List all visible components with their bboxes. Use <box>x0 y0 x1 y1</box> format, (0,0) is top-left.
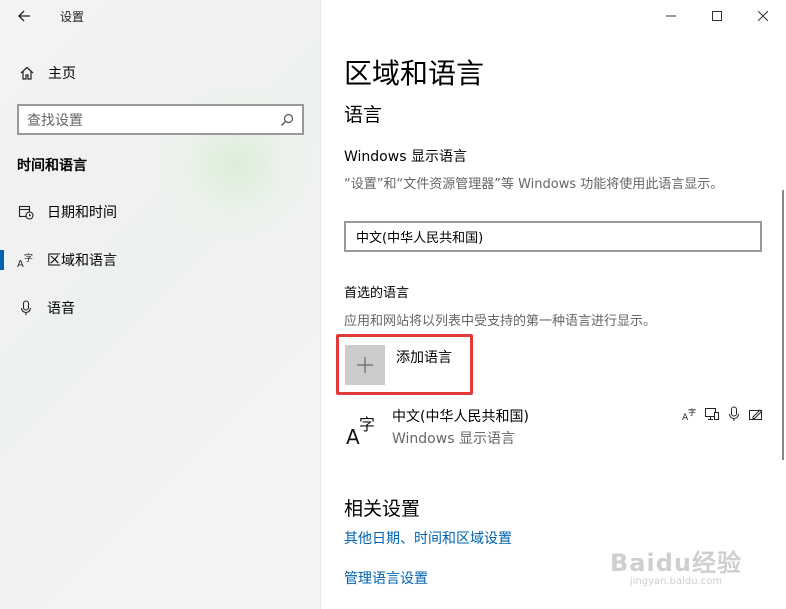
language-heading: 语言 <box>344 104 383 126</box>
sidebar-item-speech[interactable]: 语音 <box>0 288 321 328</box>
language-name: 中文(中华人民共和国) <box>392 409 529 425</box>
minimize-icon <box>666 15 676 17</box>
display-language-value: 中文(中华人民共和国) <box>356 231 484 246</box>
title-bar: 设置 <box>0 0 321 32</box>
display-language-description: “设置”和“文件资源管理器”等 Windows 功能将使用此语言显示。 <box>344 177 724 192</box>
svg-text:字: 字 <box>688 407 696 417</box>
display-language-select[interactable]: 中文(中华人民共和国) <box>344 221 762 252</box>
language-pack-icon: A 字 <box>682 406 698 422</box>
sidebar-item-label: 日期和时间 <box>47 205 117 221</box>
plus-icon <box>345 345 385 385</box>
maximize-button[interactable] <box>694 0 740 32</box>
svg-text:字: 字 <box>359 415 375 434</box>
handwriting-icon <box>748 406 764 422</box>
back-arrow-icon <box>18 10 30 22</box>
sidebar-item-label: 语音 <box>47 301 75 317</box>
calendar-clock-icon <box>17 203 35 221</box>
home-icon <box>18 64 36 82</box>
sidebar-section-title: 时间和语言 <box>17 158 87 174</box>
speech-icon <box>726 406 742 422</box>
sidebar-item-home[interactable]: 主页 <box>0 56 321 90</box>
microphone-icon <box>17 299 35 317</box>
display-icon <box>704 406 720 422</box>
preferred-languages-description: 应用和网站将以列表中受支持的第一种语言进行显示。 <box>344 314 657 329</box>
sidebar-item-region-language[interactable]: A 字 区域和语言 <box>0 240 321 280</box>
page-title: 区域和语言 <box>344 57 485 90</box>
watermark-main: Baidu经验 <box>610 549 742 577</box>
sidebar-item-label: 区域和语言 <box>47 253 117 269</box>
maximize-icon <box>712 11 722 21</box>
svg-text:字: 字 <box>24 252 33 264</box>
related-settings-heading: 相关设置 <box>344 498 421 520</box>
svg-text:A: A <box>346 425 360 446</box>
scrollbar[interactable] <box>782 190 784 460</box>
display-language-label: Windows 显示语言 <box>344 149 467 165</box>
svg-text:A: A <box>17 259 24 269</box>
close-icon <box>758 11 768 21</box>
language-sub: Windows 显示语言 <box>392 431 515 447</box>
search-placeholder: 查找设置 <box>27 112 83 129</box>
watermark-sub: jingyan.baidu.com <box>629 576 723 587</box>
sidebar-item-label: 主页 <box>48 66 76 82</box>
back-button[interactable] <box>0 0 48 32</box>
add-language-button[interactable]: 添加语言 <box>345 344 463 388</box>
language-features: A 字 <box>682 406 764 422</box>
search-icon <box>281 113 294 126</box>
main-panel: 区域和语言 语言 Windows 显示语言 “设置”和“文件资源管理器”等 Wi… <box>321 0 786 609</box>
list-item[interactable]: A 字 中文(中华人民共和国) Windows 显示语言 A 字 <box>344 404 764 452</box>
app-title: 设置 <box>60 9 85 24</box>
link-manage-language[interactable]: 管理语言设置 <box>344 568 428 588</box>
minimize-button[interactable] <box>648 0 694 32</box>
search-input[interactable]: 查找设置 <box>17 104 304 135</box>
add-language-label: 添加语言 <box>396 350 452 366</box>
language-icon: A 字 <box>17 251 35 269</box>
watermark: Baidu经验 jingyan.baidu.com <box>610 543 742 587</box>
language-icon: A 字 <box>346 412 380 449</box>
window-controls <box>648 0 786 32</box>
preferred-languages-label: 首选的语言 <box>344 286 410 301</box>
link-other-date-time-region[interactable]: 其他日期、时间和区域设置 <box>344 528 512 548</box>
sidebar: 设置 主页 查找设置 时间和语言 日期和时间 A 字 区域和语言 语音 <box>0 0 321 609</box>
close-button[interactable] <box>740 0 786 32</box>
sidebar-item-date-time[interactable]: 日期和时间 <box>0 192 321 232</box>
